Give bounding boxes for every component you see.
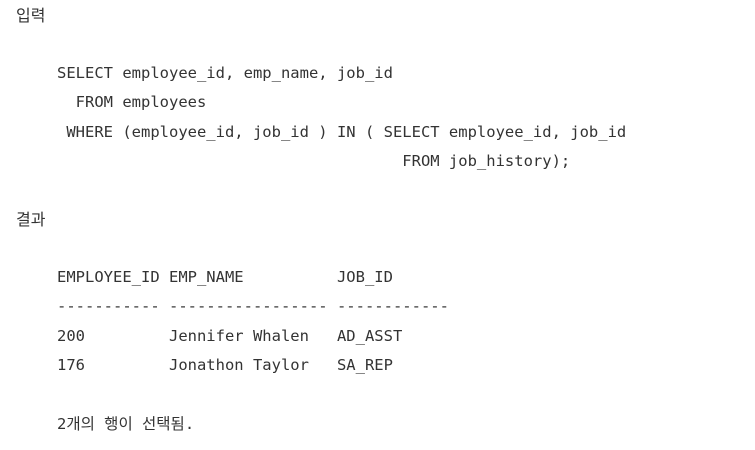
sql-line-where: WHERE (employee_id, job_id ) IN ( SELECT… — [57, 122, 627, 141]
result-column-headers: EMPLOYEE_ID EMP_NAME JOB_ID — [57, 268, 393, 286]
sql-query-block: SELECT employee_id, emp_name, job_id FRO… — [57, 59, 626, 177]
sql-line-subquery-from: FROM job_history); — [57, 152, 571, 171]
table-row: 200 Jennifer Whalen AD_ASST — [57, 326, 403, 345]
result-row-count: 2개의 행이 선택됨. — [57, 414, 195, 433]
table-row: 176 Jonathon Taylor SA_REP — [57, 356, 393, 375]
result-separator: ----------- ----------------- ----------… — [57, 297, 449, 316]
sql-line-select: SELECT employee_id, emp_name, job_id — [57, 64, 393, 82]
result-output-block: EMPLOYEE_ID EMP_NAME JOB_ID ----------- -… — [57, 263, 449, 439]
result-heading: 결과 — [16, 210, 46, 229]
input-heading: 입력 — [16, 6, 46, 25]
sql-line-from: FROM employees — [57, 93, 207, 112]
result-blank-line — [57, 381, 449, 410]
